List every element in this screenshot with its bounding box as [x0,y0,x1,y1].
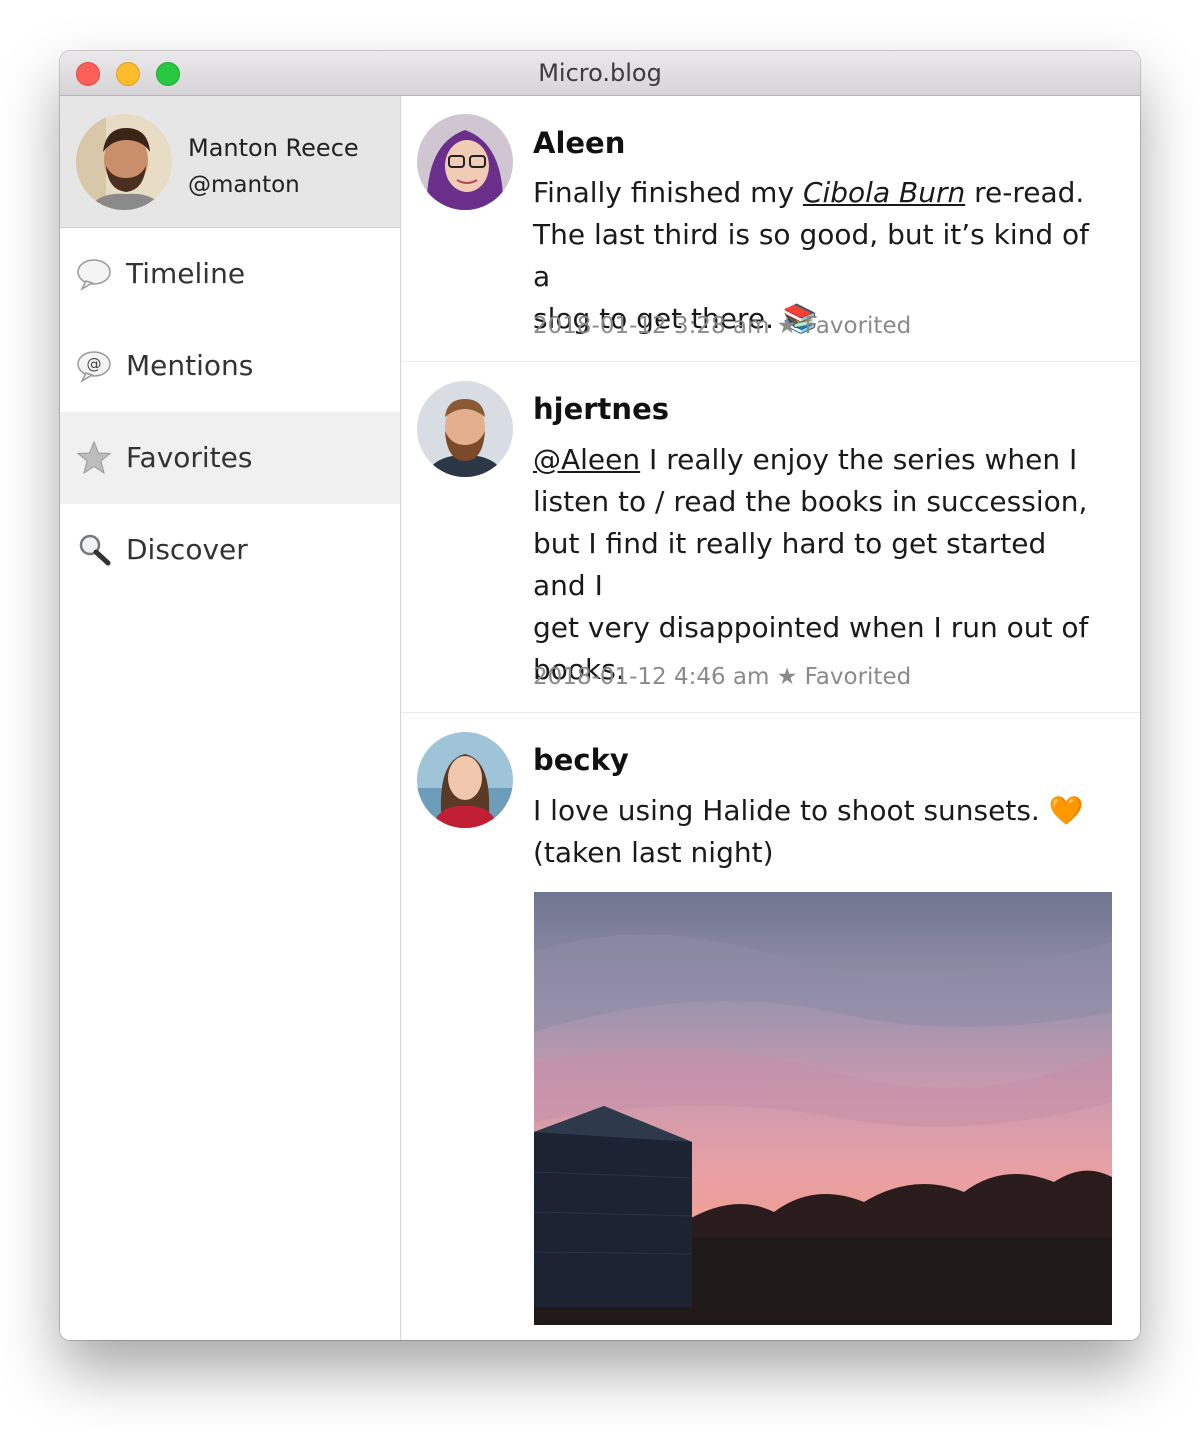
sidebar-item-label: Favorites [126,441,253,474]
sidebar-item-label: Mentions [126,349,254,382]
post-text-segment: I really enjoy the series when I [640,443,1078,476]
avatar[interactable] [417,732,513,828]
post[interactable]: Aleen Finally finished my Cibola Burn re… [401,96,1140,362]
sidebar-item-label: Timeline [126,257,246,290]
sidebar-item-discover[interactable]: Discover [60,504,400,596]
post-text-segment: I love using Halide to shoot sunsets. 🧡 [533,794,1084,827]
profile-name: Manton Reece [188,134,359,162]
post-text: @Aleen I really enjoy the series when I … [533,439,1103,691]
timeline[interactable]: Aleen Finally finished my Cibola Burn re… [401,96,1140,1340]
post-text-segment: listen to / read the books in succession… [533,485,1088,518]
post-text: I love using Halide to shoot sunsets. 🧡 … [533,790,1103,874]
sidebar-item-label: Discover [126,533,248,566]
book-link-text[interactable]: Cibola Burn [803,176,965,209]
at-sign-icon: @ [76,348,112,384]
favorited-status: ★ Favorited [776,313,912,339]
post-text-segment: Finally finished my [533,176,803,209]
profile-header[interactable]: Manton Reece @manton [60,96,400,228]
post-meta: 2018-01-12 4:46 am ★ Favorited [533,664,911,690]
avatar[interactable] [417,114,513,210]
post-text-segment: re-read. [965,176,1085,209]
post-timestamp[interactable]: 2018-01-12 4:46 am [533,664,769,690]
profile-handle: @manton [188,172,300,198]
sidebar: Manton Reece @manton Timeline @ Mentions [60,96,401,1340]
mention-link-text[interactable]: @Aleen [533,443,640,476]
book-link[interactable]: Cibola Burn [803,176,965,209]
post[interactable]: hjertnes @Aleen I really enjoy the serie… [401,362,1140,713]
magnifier-icon [76,532,112,568]
mention-link[interactable]: @Aleen [533,443,640,476]
star-icon [76,440,112,476]
app-window: Micro.blog Manton Reece @manton Timeline… [60,51,1140,1340]
sidebar-item-mentions[interactable]: @ Mentions [60,320,400,412]
window-title: Micro.blog [538,59,662,87]
speech-bubble-icon [76,256,112,292]
svg-text:@: @ [87,355,102,373]
sidebar-item-favorites[interactable]: Favorites [60,412,400,504]
post-meta: 2018-01-12 3:28 am ★ Favorited [533,313,911,339]
post-text-segment: but I find it really hard to get started… [533,527,1047,602]
avatar[interactable] [417,381,513,477]
sidebar-item-timeline[interactable]: Timeline [60,228,400,320]
avatar[interactable] [76,114,172,210]
post-photo[interactable] [534,892,1112,1325]
favorited-status: ★ Favorited [776,664,912,690]
post-text-segment: get very disappointed when I run out of [533,611,1089,644]
title-bar[interactable]: Micro.blog [60,51,1140,96]
post-username[interactable]: hjertnes [533,392,669,426]
post-username[interactable]: becky [533,743,629,777]
post-text-segment: (taken last night) [533,836,774,869]
post-text-segment: The last third is so good, but it’s kind… [533,218,1090,293]
post-username[interactable]: Aleen [533,126,625,160]
post-timestamp[interactable]: 2018-01-12 3:28 am [533,313,769,339]
